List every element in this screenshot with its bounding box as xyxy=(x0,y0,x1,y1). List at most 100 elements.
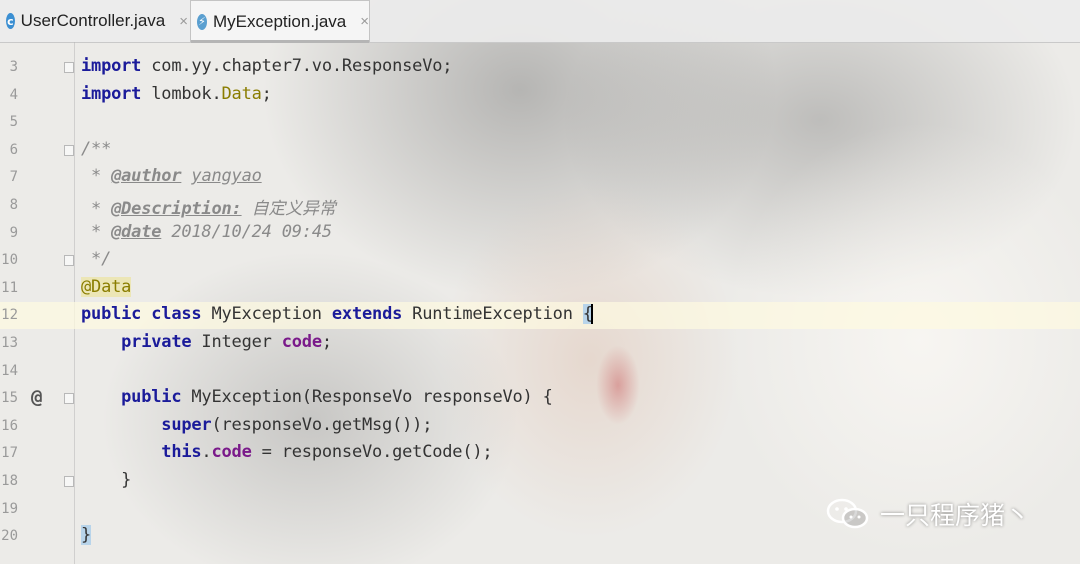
code-token: extends xyxy=(331,304,403,325)
code-token: super xyxy=(161,414,212,435)
code-token: yangyao xyxy=(191,166,262,187)
fold-marker-icon[interactable] xyxy=(64,144,74,156)
code-text: import com.yy.chapter7.vo.ResponseVo; xyxy=(81,56,453,76)
line-number: 15 xyxy=(1,390,18,407)
code-token: ; xyxy=(321,332,332,352)
line-number: 19 xyxy=(1,500,18,517)
code-token: @Description: xyxy=(111,199,242,219)
code-token: RuntimeException xyxy=(402,304,583,325)
code-token: @Data xyxy=(81,276,132,297)
code-token: MyException xyxy=(201,304,332,325)
line-number: 9 xyxy=(9,224,18,241)
code-token: Integer xyxy=(191,332,282,352)
line-number: 18 xyxy=(1,473,18,489)
code-text: private Integer code; xyxy=(81,332,332,352)
tab-label: MyException.java xyxy=(213,11,347,31)
tab-user-controller[interactable]: c UserController.java × xyxy=(0,0,188,42)
code-line[interactable]: 5 xyxy=(0,109,1080,136)
code-token: * xyxy=(81,166,112,187)
code-line[interactable]: 18 } xyxy=(0,468,1080,495)
code-token: 2018/10/24 09:45 xyxy=(161,221,332,242)
wechat-icon xyxy=(826,498,870,530)
fold-marker-icon[interactable] xyxy=(64,62,74,73)
line-number: 16 xyxy=(1,417,18,434)
code-token: @author xyxy=(111,166,182,187)
code-token: public class xyxy=(81,304,202,325)
line-number: 20 xyxy=(1,528,18,545)
code-line[interactable]: 10 */ xyxy=(0,247,1080,274)
code-line[interactable]: 16 super(responseVo.getMsg()); xyxy=(0,413,1080,440)
code-token: private xyxy=(121,332,192,352)
code-text: * @author yangyao xyxy=(81,166,262,186)
code-text: public MyException(ResponseVo responseVo… xyxy=(81,387,553,407)
code-line[interactable]: 9 * @date 2018/10/24 09:45 xyxy=(0,220,1080,247)
code-token: */ xyxy=(81,249,112,270)
close-icon[interactable]: × xyxy=(179,13,188,30)
code-token: import xyxy=(81,56,142,76)
line-number: 10 xyxy=(1,252,18,269)
code-token: } xyxy=(81,525,92,546)
code-line[interactable]: 15 public MyException(ResponseVo respons… xyxy=(0,385,1080,412)
code-text: super(responseVo.getMsg()); xyxy=(81,415,432,435)
line-number: 11 xyxy=(1,279,18,296)
line-number: 7 xyxy=(9,169,18,186)
code-line[interactable]: 14 xyxy=(0,358,1080,385)
code-token: public xyxy=(121,387,182,408)
code-token: * xyxy=(81,221,112,242)
code-token: import xyxy=(81,83,142,104)
code-token: Data xyxy=(221,83,262,104)
tab-my-exception[interactable]: ⚡ MyException.java × xyxy=(190,0,370,43)
code-token: code xyxy=(281,332,322,352)
text-caret xyxy=(590,304,593,325)
line-number: 4 xyxy=(9,86,18,103)
code-line[interactable]: 3 import com.yy.chapter7.vo.ResponseVo; xyxy=(0,54,1080,81)
code-line[interactable]: 6 /** xyxy=(0,137,1080,164)
java-class-icon: c xyxy=(6,13,15,29)
code-line[interactable]: 12 public class MyException extends Runti… xyxy=(0,302,1080,330)
code-token: this xyxy=(161,442,202,463)
code-token: } xyxy=(81,470,132,490)
code-text: */ xyxy=(81,249,111,269)
code-line[interactable]: 4 import lombok.Data; xyxy=(0,82,1080,109)
code-token: MyException(ResponseVo responseVo) { xyxy=(181,387,553,408)
code-text: public class MyException extends Runtime… xyxy=(81,304,593,325)
fold-marker-icon[interactable] xyxy=(64,255,74,267)
code-line[interactable]: 11 @Data xyxy=(0,275,1080,302)
code-line[interactable]: 13 private Integer code; xyxy=(0,330,1080,357)
code-token: ; xyxy=(261,83,272,104)
watermark-text: 一只程序猪丶 xyxy=(880,501,1031,530)
code-token: . xyxy=(201,442,212,463)
line-number: 8 xyxy=(9,197,18,213)
code-line[interactable]: 7 * @author yangyao xyxy=(0,164,1080,191)
code-token: (responseVo.getMsg()); xyxy=(211,414,433,435)
line-number: 17 xyxy=(1,445,18,462)
editor-tab-bar: c UserController.java × ⚡ MyException.ja… xyxy=(0,0,1080,43)
tab-label: UserController.java xyxy=(20,11,166,30)
code-text: * @date 2018/10/24 09:45 xyxy=(81,222,332,242)
code-text: * @Description: 自定义异常 xyxy=(81,194,336,219)
line-number: 6 xyxy=(9,141,18,158)
line-number: 14 xyxy=(1,362,18,379)
line-number: 13 xyxy=(1,335,18,351)
close-icon[interactable]: × xyxy=(360,13,369,30)
code-token: lombok. xyxy=(141,83,222,104)
code-line[interactable]: 17 this.code = responseVo.getCode(); xyxy=(0,440,1080,467)
code-token: = responseVo.getCode(); xyxy=(251,442,493,463)
fold-marker-icon[interactable] xyxy=(64,393,74,405)
code-text: @Data xyxy=(81,276,132,297)
code-text: /** xyxy=(81,139,111,159)
line-number: 12 xyxy=(1,307,18,324)
override-marker-icon[interactable]: @ xyxy=(31,386,42,408)
line-number: 5 xyxy=(9,114,18,131)
code-token: @date xyxy=(111,221,162,242)
code-line[interactable]: 8 * @Description: 自定义异常 xyxy=(0,192,1080,219)
code-text: } xyxy=(81,525,92,546)
fold-marker-icon[interactable] xyxy=(64,476,74,487)
line-number: 3 xyxy=(9,59,18,75)
watermark: 一只程序猪丶 xyxy=(826,496,1030,532)
